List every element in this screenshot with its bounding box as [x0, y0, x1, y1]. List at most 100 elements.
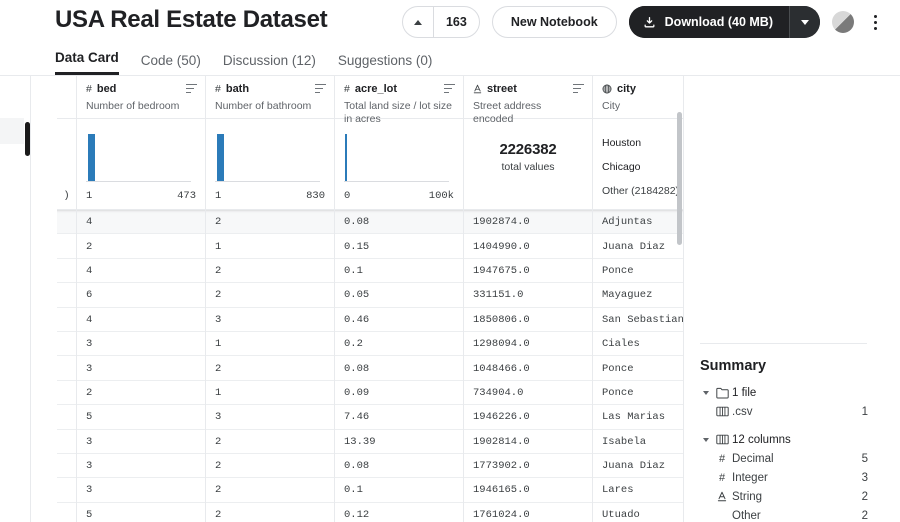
- table-cell-city: Adjuntas: [602, 216, 653, 229]
- table-cell-acre-lot: 0.15: [335, 234, 464, 259]
- string-icon: [712, 491, 732, 502]
- column-header-bath[interactable]: # bath Number of bathroom: [206, 76, 335, 119]
- data-table-inner: # bed Number of bedroom # bath Number of…: [57, 76, 684, 522]
- data-table: # bed Number of bedroom # bath Number of…: [57, 76, 684, 522]
- caret-down-icon[interactable]: [700, 437, 712, 442]
- table-row[interactable]: 5 3 7.46 1946226.0 Las Marias: [57, 405, 684, 430]
- column-description: Number of bathroom: [215, 100, 312, 112]
- table-row[interactable]: 4 2 0.1 1947675.0 Ponce: [57, 258, 684, 284]
- table-cell-acre-lot: 0.46: [335, 307, 464, 332]
- table-cell-bed: 3: [77, 356, 206, 381]
- summary-group-header[interactable]: 1 file: [700, 383, 868, 402]
- table-row[interactable]: 2 1 0.15 1404990.0 Juana Diaz: [57, 234, 684, 259]
- column-header-city[interactable]: city City: [593, 76, 684, 119]
- summary-label: .csv: [732, 405, 753, 418]
- column-summary-clipped: ): [57, 119, 77, 210]
- histogram-bar: [217, 134, 225, 181]
- table-row[interactable]: 2 1 0.09 734904.0 Ponce: [57, 380, 684, 406]
- column-name: bath: [225, 83, 250, 95]
- table-cell-bed: 4: [77, 210, 206, 235]
- table-cell-street: 1902874.0: [464, 210, 593, 235]
- table-cell-clipped: [57, 453, 77, 479]
- summary-group-files: 1 file .csv 1: [700, 383, 868, 421]
- table-cell-acre-lot: 0.12: [335, 502, 464, 522]
- table-cell-acre-lot: 7.46: [335, 405, 464, 430]
- table-cell-acre-lot: 0.05: [335, 283, 464, 308]
- sort-icon[interactable]: [186, 84, 197, 93]
- summary-row-other[interactable]: Other 2: [700, 506, 868, 522]
- column-summary-street: 2226382 total values: [464, 119, 593, 210]
- download-button[interactable]: Download (40 MB): [628, 6, 789, 38]
- tab-code[interactable]: Code (50): [141, 53, 201, 75]
- summary-row-decimal[interactable]: # Decimal 5: [700, 449, 868, 468]
- histogram-bar: [345, 134, 348, 181]
- table-cell-bed: 3: [77, 478, 206, 503]
- caret-down-icon[interactable]: [700, 390, 712, 395]
- table-cell-street: 1298094.0: [464, 331, 593, 357]
- table-cell-acre-lot: 0.09: [335, 380, 464, 406]
- new-notebook-button[interactable]: New Notebook: [491, 6, 617, 38]
- summary-group-header[interactable]: 12 columns: [700, 430, 868, 449]
- table-cell-city: Ponce: [602, 362, 634, 375]
- string-icon: [473, 84, 482, 94]
- sort-icon[interactable]: [573, 84, 584, 93]
- divider: [700, 343, 867, 344]
- histogram-bar: [88, 134, 96, 181]
- vote-count: 163: [445, 15, 467, 29]
- axis-max: 473: [177, 190, 196, 202]
- summary-row-csv[interactable]: .csv 1: [700, 402, 868, 421]
- column-summary-bath: 1 830: [206, 119, 335, 210]
- table-row[interactable]: 3 2 0.1 1946165.0 Lares: [57, 478, 684, 503]
- summary-row-integer[interactable]: # Integer 3: [700, 468, 868, 487]
- table-cell-street: 1048466.0: [464, 356, 593, 381]
- axis-labels: 1 830: [215, 190, 325, 202]
- table-cell-bath: 3: [206, 405, 335, 430]
- table-vertical-scrollbar[interactable]: [677, 112, 682, 245]
- column-description: Number of bedroom: [86, 100, 180, 112]
- tab-data-card[interactable]: Data Card: [55, 50, 119, 75]
- sort-icon[interactable]: [444, 84, 455, 93]
- column-header-acre-lot[interactable]: # acre_lot Total land size / lot size in…: [335, 76, 464, 125]
- vote-control[interactable]: 163: [401, 6, 480, 38]
- tab-suggestions[interactable]: Suggestions (0): [338, 53, 433, 75]
- category-list: Houston Chicago Other (2184282): [593, 119, 684, 203]
- sort-icon[interactable]: [315, 84, 326, 93]
- caret-down-icon: [801, 19, 809, 25]
- avatar[interactable]: [832, 11, 854, 33]
- table-row[interactable]: 6 2 0.05 331151.0 Mayaguez: [57, 283, 684, 308]
- table-cell-bath: 2: [206, 502, 335, 522]
- table-cell-street: 1404990.0: [464, 234, 593, 259]
- table-body: 4 2 0.08 1902874.0 Adjuntas 2 1 0.15 1404990.0 Ju…: [57, 210, 684, 522]
- tab-discussion[interactable]: Discussion (12): [223, 53, 316, 75]
- download-options-button[interactable]: [790, 6, 820, 38]
- table-row[interactable]: 5 2 0.12 1761024.0 Utuado: [57, 502, 684, 522]
- table-cell-bath: 2: [206, 258, 335, 284]
- table-row[interactable]: 3 2 0.08 1048466.0 Ponce: [57, 356, 684, 381]
- column-description: City: [602, 100, 621, 112]
- table-row[interactable]: 3 2 13.39 1902814.0 Isabela: [57, 429, 684, 454]
- globe-icon: [602, 84, 612, 94]
- table-row[interactable]: 4 3 0.46 1850806.0 San Sebastian: [57, 307, 684, 332]
- summary-count: 3: [861, 471, 868, 484]
- table-cell-bed: 6: [77, 283, 206, 308]
- column-header-street[interactable]: street Street address encoded: [464, 76, 593, 125]
- table-cell-street: 1946226.0: [464, 405, 593, 430]
- kebab-menu-icon[interactable]: [866, 11, 884, 33]
- dot: [873, 14, 877, 18]
- table-row[interactable]: 4 2 0.08 1902874.0 Adjuntas: [57, 210, 684, 235]
- axis-labels: 0 100k: [344, 190, 454, 202]
- table-row[interactable]: 3 1 0.2 1298094.0 Ciales: [57, 331, 684, 357]
- table-right-divider: [683, 76, 684, 522]
- table-icon: [712, 434, 732, 445]
- table-cell-bath: 2: [206, 453, 335, 479]
- table-cell-acre-lot: 0.08: [335, 210, 464, 235]
- upvote-button[interactable]: [403, 7, 433, 37]
- total-values-label: total values: [501, 161, 555, 173]
- category-item: Houston: [602, 137, 642, 149]
- table-cell-bath: 2: [206, 283, 335, 308]
- table-row[interactable]: 3 2 0.08 1773902.0 Juana Diaz: [57, 453, 684, 479]
- hash-icon: #: [86, 82, 92, 95]
- column-header-bed[interactable]: # bed Number of bedroom: [77, 76, 206, 119]
- summary-row-string[interactable]: String 2: [700, 487, 868, 506]
- table-cell-city: Utuado: [602, 508, 640, 521]
